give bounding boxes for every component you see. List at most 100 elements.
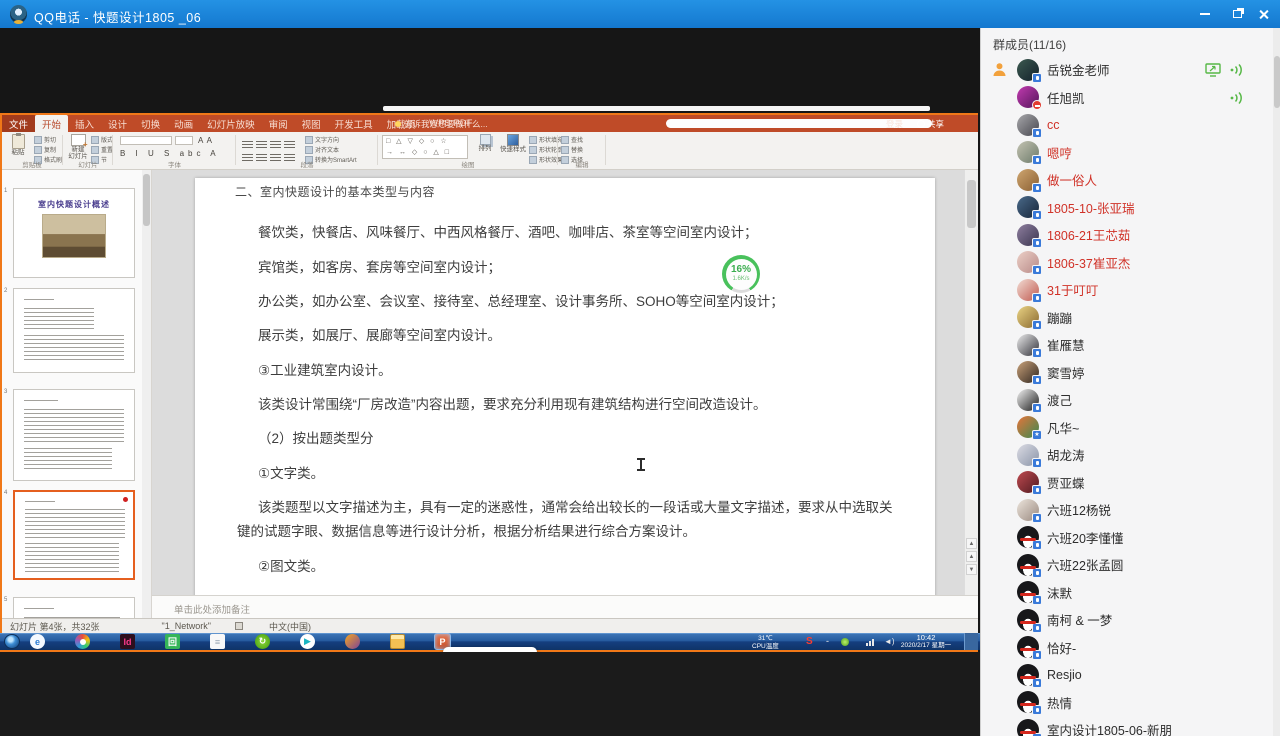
new-slide-icon: [71, 134, 86, 146]
reset-button[interactable]: 重置: [91, 145, 113, 154]
share-button[interactable]: 共享: [917, 118, 944, 130]
avatar: [1017, 416, 1039, 438]
member-row[interactable]: 窦雪婷: [981, 359, 1273, 387]
member-row[interactable]: 沫默: [981, 579, 1273, 607]
start-button[interactable]: [4, 634, 20, 649]
online-status-badge: [1032, 155, 1042, 165]
tray-network-icon[interactable]: [866, 639, 874, 646]
member-row[interactable]: 恰好-: [981, 634, 1273, 662]
ribbon-tab[interactable]: 设计: [101, 115, 134, 132]
member-row[interactable]: 崔雁慧: [981, 331, 1273, 359]
font-size-select[interactable]: [175, 136, 193, 145]
online-status-badge: [1032, 210, 1042, 220]
ribbon-tab[interactable]: 切换: [134, 115, 167, 132]
close-button[interactable]: [1250, 6, 1276, 22]
new-slide-button[interactable]: 新建幻灯片: [64, 134, 92, 160]
text-cursor: [637, 458, 645, 471]
ribbon-tab[interactable]: 文件: [2, 115, 35, 132]
taskbar-app-icon[interactable]: [75, 634, 90, 649]
layout-button[interactable]: 版式: [91, 135, 113, 144]
member-row[interactable]: 1806-21王芯茹: [981, 221, 1273, 249]
minimize-button[interactable]: [1192, 6, 1218, 22]
notes-placeholder: 单击此处添加备注: [174, 602, 250, 616]
slide-thumbnail-2[interactable]: [13, 288, 135, 373]
slide-thumbnail-4-selected[interactable]: [13, 490, 135, 580]
paste-button[interactable]: 粘贴: [4, 134, 32, 156]
show-desktop-button[interactable]: [964, 633, 978, 650]
member-row[interactable]: 嗯哼: [981, 139, 1273, 167]
member-row[interactable]: 六班22张孟圆: [981, 551, 1273, 579]
cut-button[interactable]: 剪切: [34, 135, 62, 144]
taskbar-app-icon[interactable]: [345, 634, 360, 649]
member-row[interactable]: 做一俗人: [981, 166, 1273, 194]
member-row[interactable]: 31于叮叮: [981, 276, 1273, 304]
speaking-waves-icon: [1230, 63, 1243, 82]
taskbar-app-icon[interactable]: Id: [120, 634, 135, 649]
font-name-select[interactable]: [120, 136, 172, 145]
ribbon-tab[interactable]: 幻灯片放映: [200, 115, 262, 132]
signin-button[interactable]: 登录: [886, 118, 903, 130]
notes-pane[interactable]: 单击此处添加备注: [152, 595, 978, 618]
member-row[interactable]: 蹦蹦: [981, 304, 1273, 332]
prev-slide-button[interactable]: ▲: [966, 551, 977, 562]
ribbon-tab[interactable]: 开始: [35, 115, 68, 132]
member-row[interactable]: 室内设计1805-06-新朋: [981, 716, 1273, 736]
restore-button[interactable]: [1224, 6, 1250, 22]
slide-thumbnail-5[interactable]: [13, 597, 135, 618]
member-row[interactable]: 六班12杨锐: [981, 496, 1273, 524]
tray-volume-icon[interactable]: ◄): [884, 637, 895, 646]
canvas-scrollbar[interactable]: ▲ ▲ ▼: [964, 170, 978, 595]
tellme-label[interactable]: 告诉我您想要做什么...: [395, 118, 488, 130]
online-status-badge: [1032, 320, 1042, 330]
text-direction-button[interactable]: 文字方向: [305, 135, 357, 144]
status-notes-icon[interactable]: [235, 622, 243, 630]
taskbar-app-icon[interactable]: e: [30, 634, 45, 649]
next-slide-button[interactable]: ▼: [966, 564, 977, 575]
taskbar-app-icon[interactable]: ▶: [300, 634, 315, 649]
slide-number: 4: [4, 490, 12, 496]
ribbon-tab[interactable]: 插入: [68, 115, 101, 132]
ribbon-tab[interactable]: 动画: [167, 115, 200, 132]
slide-thumbnail-1[interactable]: 室内快题设计概述: [13, 188, 135, 278]
member-row[interactable]: Resjio: [981, 661, 1273, 689]
ribbon-tab[interactable]: 审阅: [262, 115, 295, 132]
thumbnail-scrollbar[interactable]: [142, 170, 151, 618]
member-row[interactable]: 任旭凯: [981, 84, 1273, 112]
taskbar-app-icon[interactable]: ≡: [210, 634, 225, 649]
align-text-button[interactable]: 对齐文本: [305, 145, 357, 154]
member-row[interactable]: cc: [981, 111, 1273, 139]
font-grow-shrink[interactable]: A A: [198, 136, 213, 145]
online-status-badge: [1032, 183, 1042, 193]
member-row[interactable]: 1806-37崔亚杰: [981, 249, 1273, 277]
find-button[interactable]: 查找: [561, 135, 583, 144]
shape-gallery[interactable]: □ △ ▽ ◇ ○ ☆ → ↔ ◇ ○ △ □: [382, 135, 468, 159]
member-row[interactable]: 1805-10-张亚瑞: [981, 194, 1273, 222]
quick-styles-button[interactable]: 快速样式: [499, 134, 527, 153]
copy-button[interactable]: 复制: [34, 145, 62, 154]
member-row[interactable]: 胡龙涛: [981, 441, 1273, 469]
taskbar-app-icon[interactable]: [390, 634, 405, 649]
font-style-buttons[interactable]: B I U S abc A: [120, 149, 220, 158]
member-panel-scrollbar[interactable]: [1273, 28, 1280, 736]
taskbar-app-icon[interactable]: ↻: [255, 634, 270, 649]
avatar: [1017, 499, 1039, 521]
scroll-up-button[interactable]: ▲: [966, 538, 977, 549]
ribbon-tab[interactable]: 视图: [295, 115, 328, 132]
member-row[interactable]: 岳锐金老师: [981, 56, 1273, 84]
slide-canvas[interactable]: 二、室内快题设计的基本类型与内容 餐饮类，快餐店、风味餐厅、中西风格餐厅、酒吧、…: [152, 170, 978, 595]
member-row[interactable]: 六班20李懂懂: [981, 524, 1273, 552]
arrange-button[interactable]: 排列: [472, 134, 498, 152]
replace-button[interactable]: 替换: [561, 145, 583, 154]
tray-clock[interactable]: 10:422020/2/17 星期一: [900, 634, 952, 649]
member-row[interactable]: 渡己: [981, 386, 1273, 414]
ribbon-tab[interactable]: 开发工具: [328, 115, 380, 132]
tray-collapse-icon[interactable]: -: [826, 636, 829, 646]
tray-sogou-icon[interactable]: S: [806, 636, 813, 647]
member-row[interactable]: 贾亚蝶: [981, 469, 1273, 497]
taskbar-app-icon[interactable]: 回: [165, 634, 180, 649]
member-row[interactable]: 南柯 & 一梦: [981, 606, 1273, 634]
member-row[interactable]: 凡华~: [981, 414, 1273, 442]
member-row[interactable]: 热情: [981, 689, 1273, 717]
slide-thumbnail-3[interactable]: [13, 389, 135, 481]
tray-antivirus-icon[interactable]: [841, 638, 849, 646]
